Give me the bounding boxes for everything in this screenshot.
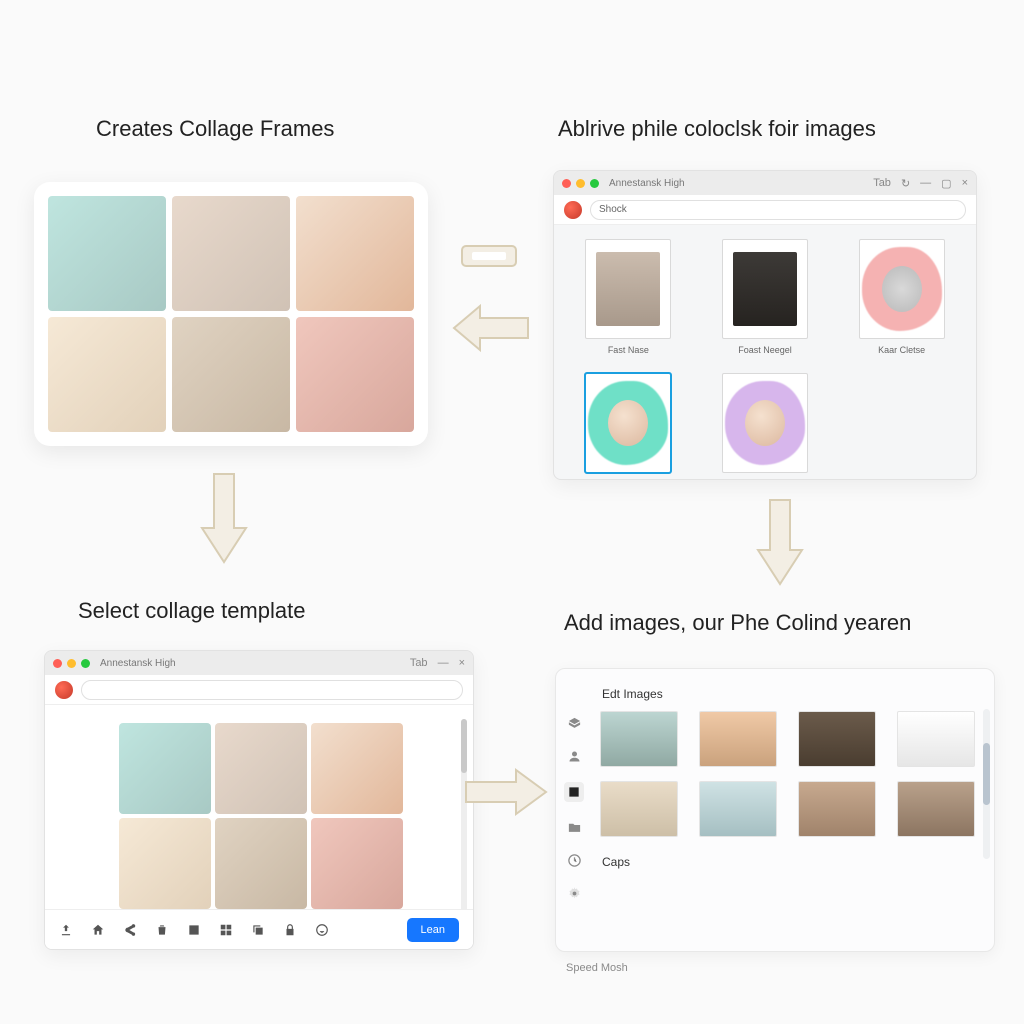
section-title: Edt Images [602,687,978,701]
frame-browser-window: Annestansk High Tab ↻ — ▢ × Shock Fast N… [553,170,977,480]
bottom-toolbar: Lean [45,909,473,949]
maximize-dot-icon[interactable] [81,659,90,668]
arrow-down-icon [196,468,252,568]
close-icon[interactable]: × [459,657,465,669]
image-thumb[interactable] [798,781,876,837]
grid-icon[interactable] [219,923,233,937]
frame-card[interactable]: Foast Neegel [711,239,820,355]
heading-bl: Select collage template [78,598,305,624]
image-thumb[interactable] [897,711,975,767]
primary-action-button[interactable]: Lean [407,918,459,942]
arrow-badge-icon [454,236,524,276]
image-grid [600,711,978,837]
close-icon[interactable]: × [962,177,968,190]
copy-icon[interactable] [251,923,265,937]
maximize-dot-icon[interactable] [590,179,599,188]
image-thumb[interactable] [897,781,975,837]
collage-cell [48,317,166,432]
arrow-down-icon [752,494,808,590]
settings-icon[interactable] [567,886,582,901]
profile-avatar-icon[interactable] [564,201,582,219]
minimize-icon[interactable]: — [438,657,449,669]
window-title: Annestansk High [609,178,685,189]
address-bar: Shock [554,195,976,225]
layers-icon[interactable] [567,716,582,731]
smile-icon[interactable] [315,923,329,937]
collage-cell [172,317,290,432]
frame-card[interactable]: Kaar Cletse [847,239,956,355]
frame-label: Kaar Cletse [878,345,925,355]
profile-avatar-icon[interactable] [55,681,73,699]
lock-icon[interactable] [283,923,297,937]
image-icon[interactable] [564,782,584,802]
tab-indicator[interactable]: Tab [410,657,428,669]
section-title: Caps [602,855,978,869]
image-icon[interactable] [187,923,201,937]
minimize-dot-icon[interactable] [67,659,76,668]
image-thumb[interactable] [699,781,777,837]
adjust-icon[interactable] [567,683,582,698]
close-dot-icon[interactable] [562,179,571,188]
address-bar [45,675,473,705]
image-thumb[interactable] [600,711,678,767]
frame-label: Fact Pull [747,479,782,480]
side-rail [556,669,592,951]
traffic-lights[interactable] [53,659,90,668]
clock-icon[interactable] [567,853,582,868]
frame-card[interactable]: Fast Nase [574,239,683,355]
template-picker-window: Annestansk High Tab — × Lean [44,650,474,950]
collage-cell [296,196,414,311]
trash-icon[interactable] [155,923,169,937]
image-thumb[interactable] [798,711,876,767]
scrollbar[interactable] [983,709,990,859]
frame-card[interactable]: Frahe Pecee [574,373,683,480]
template-preview[interactable] [119,723,403,909]
upload-icon[interactable] [59,923,73,937]
collage-cell [296,317,414,432]
frame-label: Foast Neegel [738,345,792,355]
heading-tr: Ablrive phile coloclsk foir images [558,116,876,142]
frame-label: Fast Nase [608,345,649,355]
close-dot-icon[interactable] [53,659,62,668]
heading-tl: Creates Collage Frames [96,116,334,142]
user-icon[interactable] [567,749,582,764]
heading-br: Add images, our Phe Colind yearen [564,610,911,636]
titlebar: Annestansk High Tab — × [45,651,473,675]
minimize-dot-icon[interactable] [576,179,585,188]
traffic-lights[interactable] [562,179,599,188]
reload-icon[interactable]: ↻ [901,177,910,190]
share-icon[interactable] [123,923,137,937]
image-thumb[interactable] [600,781,678,837]
arrow-right-icon [460,764,552,820]
collage-cell [48,196,166,311]
frame-label: Frahe Pecee [603,479,655,480]
maximize-icon[interactable]: ▢ [941,177,951,190]
search-input[interactable]: Shock [590,200,966,220]
home-icon[interactable] [91,923,105,937]
image-thumb[interactable] [699,711,777,767]
folder-icon[interactable] [567,820,582,835]
minimize-icon[interactable]: — [920,177,931,190]
collage-cell [172,196,290,311]
image-editor-panel: Edt Images Caps [555,668,995,952]
window-title: Annestansk High [100,658,176,669]
frame-card[interactable]: Fact Pull [711,373,820,480]
arrow-left-icon [448,300,534,356]
search-input[interactable] [81,680,463,700]
tab-indicator[interactable]: Tab [873,177,891,190]
collage-preview [34,182,428,446]
titlebar: Annestansk High Tab ↻ — ▢ × [554,171,976,195]
footer-label: Speed Mosh [566,962,628,974]
